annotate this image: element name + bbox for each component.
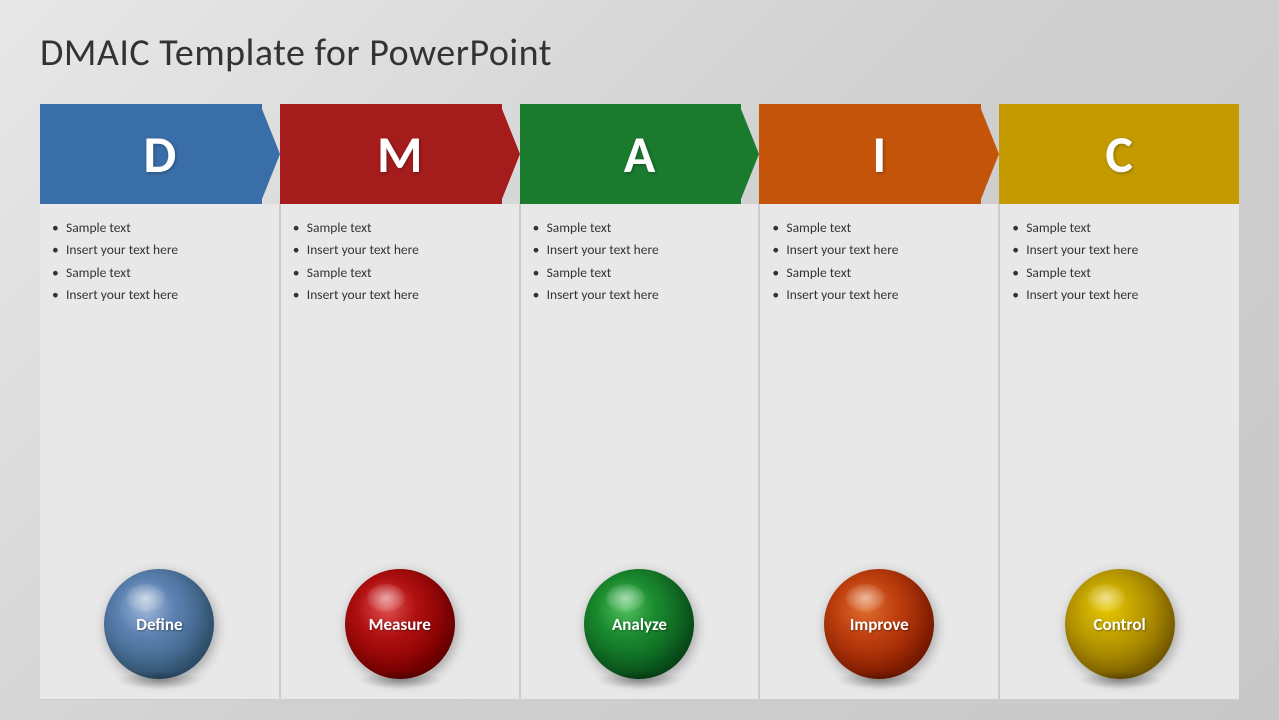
arrow-header-d: D	[40, 104, 280, 204]
column-a: ASample textInsert your text hereSample …	[520, 104, 760, 700]
letter-a: A	[624, 122, 656, 186]
bullet-a-1: Insert your text here	[533, 240, 747, 260]
letter-d: D	[144, 122, 177, 186]
bullet-c-2: Sample text	[1012, 263, 1227, 283]
arrow-header-i: I	[759, 104, 999, 204]
dmaic-container: DSample textInsert your text hereSample …	[40, 104, 1239, 700]
ball-area-d: Define	[40, 554, 280, 700]
bullet-c-1: Insert your text here	[1012, 240, 1227, 260]
ball-m: Measure	[345, 569, 455, 679]
bullet-d-3: Insert your text here	[52, 285, 267, 305]
content-a: Sample textInsert your text hereSample t…	[520, 204, 760, 554]
bullet-m-0: Sample text	[293, 218, 507, 238]
letter-m: M	[377, 122, 422, 186]
bullet-a-2: Sample text	[533, 263, 747, 283]
column-m: MSample textInsert your text hereSample …	[280, 104, 520, 700]
ball-c: Control	[1065, 569, 1175, 679]
content-d: Sample textInsert your text hereSample t…	[40, 204, 280, 554]
bullet-m-3: Insert your text here	[293, 285, 507, 305]
bullet-i-0: Sample text	[772, 218, 986, 238]
ball-a: Analyze	[584, 569, 694, 679]
bullet-d-0: Sample text	[52, 218, 267, 238]
ball-area-m: Measure	[280, 554, 520, 700]
letter-i: I	[872, 122, 886, 186]
bullet-a-0: Sample text	[533, 218, 747, 238]
bullet-i-3: Insert your text here	[772, 285, 986, 305]
column-i: ISample textInsert your text hereSample …	[759, 104, 999, 700]
bullet-c-0: Sample text	[1012, 218, 1227, 238]
content-c: Sample textInsert your text hereSample t…	[999, 204, 1239, 554]
bullet-c-3: Insert your text here	[1012, 285, 1227, 305]
page-title: DMAIC Template for PowerPoint	[40, 30, 552, 76]
bullet-m-2: Sample text	[293, 263, 507, 283]
ball-area-i: Improve	[759, 554, 999, 700]
ball-area-a: Analyze	[520, 554, 760, 700]
arrow-header-a: A	[520, 104, 760, 204]
bullet-d-1: Insert your text here	[52, 240, 267, 260]
bullet-i-2: Sample text	[772, 263, 986, 283]
column-d: DSample textInsert your text hereSample …	[40, 104, 280, 700]
bullet-a-3: Insert your text here	[533, 285, 747, 305]
content-m: Sample textInsert your text hereSample t…	[280, 204, 520, 554]
bullet-i-1: Insert your text here	[772, 240, 986, 260]
ball-i: Improve	[824, 569, 934, 679]
ball-d: Define	[104, 569, 214, 679]
ball-area-c: Control	[999, 554, 1239, 700]
column-c: CSample textInsert your text hereSample …	[999, 104, 1239, 700]
letter-c: C	[1105, 122, 1133, 186]
content-i: Sample textInsert your text hereSample t…	[759, 204, 999, 554]
bullet-m-1: Insert your text here	[293, 240, 507, 260]
arrow-header-m: M	[280, 104, 520, 204]
bullet-d-2: Sample text	[52, 263, 267, 283]
arrow-header-c: C	[999, 104, 1239, 204]
